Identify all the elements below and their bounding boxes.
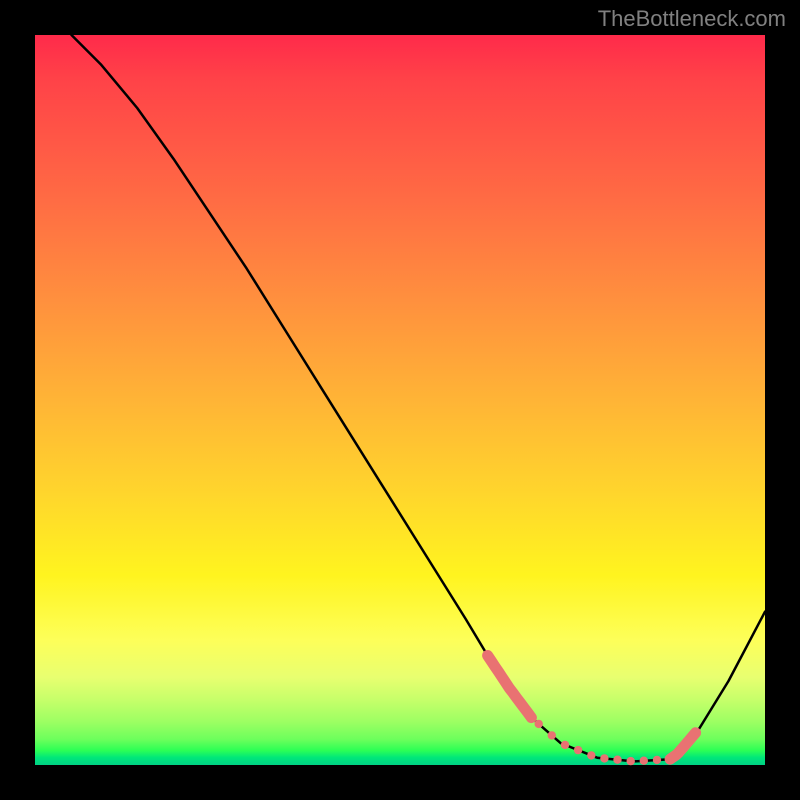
curve-markers bbox=[488, 656, 696, 766]
curve-line bbox=[72, 35, 766, 761]
plot-area bbox=[35, 35, 765, 765]
chart-svg bbox=[35, 35, 765, 765]
watermark-label: TheBottleneck.com bbox=[598, 6, 786, 32]
chart-container: TheBottleneck.com bbox=[0, 0, 800, 800]
